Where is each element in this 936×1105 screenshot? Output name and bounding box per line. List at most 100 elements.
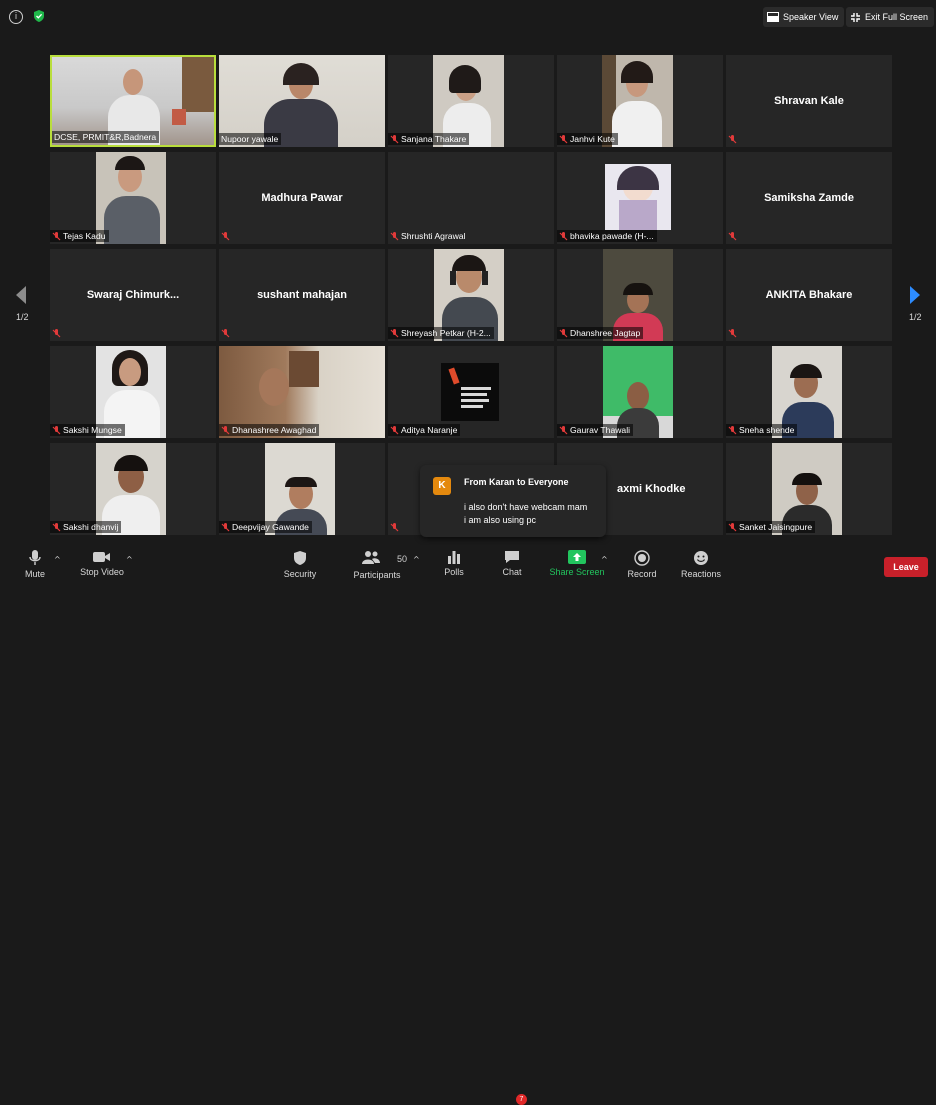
info-icon[interactable]: i	[9, 10, 23, 24]
participant-tile[interactable]: Dhanshree Jagtap	[557, 249, 723, 341]
top-bar: i Speaker View Exit Full Screen	[0, 0, 936, 34]
muted-mic-icon	[390, 328, 399, 337]
sender-avatar: K	[433, 477, 451, 495]
chat-button[interactable]: Chat	[482, 550, 542, 577]
polls-button[interactable]: Polls	[424, 550, 484, 577]
participants-count: 50	[396, 553, 407, 564]
muted-mic-icon	[728, 232, 737, 241]
smiley-icon	[694, 551, 708, 565]
muted-mic-icon	[559, 134, 568, 143]
participant-name-large: axmi Khodke	[617, 483, 686, 495]
participant-tile[interactable]: Sanjana Thakare	[388, 55, 554, 147]
record-button[interactable]: Record	[612, 550, 672, 579]
chat-sender-line: From Karan to Everyone	[464, 477, 569, 487]
participant-name: Aditya Naranje	[388, 424, 461, 436]
chat-notification-popup[interactable]: K From Karan to Everyone i also don't ha…	[420, 465, 606, 537]
share-screen-button[interactable]: Share Screen	[547, 550, 607, 577]
participant-tile[interactable]: Janhvi Kute	[557, 55, 723, 147]
participant-tile[interactable]: Shreyash Petkar (H-2...	[388, 249, 554, 341]
previous-page-arrow-icon[interactable]	[14, 285, 28, 305]
participant-tile[interactable]: ANKITA Bhakare	[726, 249, 892, 341]
participant-name: bhavika pawade (H-...	[557, 230, 657, 242]
leave-button[interactable]: Leave	[884, 557, 928, 577]
participant-tile[interactable]: Aditya Naranje	[388, 346, 554, 438]
muted-mic-icon	[728, 425, 737, 434]
share-options-caret-icon[interactable]: ^	[601, 555, 608, 564]
muted-mic-icon	[559, 328, 568, 337]
reactions-button[interactable]: Reactions	[671, 550, 731, 579]
security-button[interactable]: Security	[270, 550, 330, 579]
participant-name-large: Shravan Kale	[774, 95, 844, 107]
video-feed	[605, 164, 671, 230]
participant-tile[interactable]: DCSE, PRMIT&R,Badnera	[50, 55, 216, 147]
participants-icon	[361, 551, 380, 564]
page-indicator-right: 1/2	[909, 312, 922, 322]
participant-name: Deepvijay Gawande	[219, 521, 312, 533]
participant-name: Sanjana Thakare	[388, 133, 470, 145]
participant-name-large: sushant mahajan	[257, 289, 347, 301]
muted-mic-icon	[52, 522, 61, 531]
muted-mic-icon	[221, 522, 230, 531]
participant-tile[interactable]: Sakshi Mungse	[50, 346, 216, 438]
speaker-view-button[interactable]: Speaker View	[763, 7, 845, 27]
participant-tile[interactable]: sushant mahajan	[219, 249, 385, 341]
participant-tile[interactable]: bhavika pawade (H-...	[557, 152, 723, 244]
mute-options-caret-icon[interactable]: ^	[54, 555, 61, 564]
participants-options-caret-icon[interactable]: ^	[413, 555, 420, 564]
participant-name: Sneha shende	[726, 424, 798, 436]
participant-name	[388, 522, 402, 533]
participant-name: DCSE, PRMIT&R,Badnera	[52, 131, 160, 143]
meeting-toolbar: Mute ^ Stop Video ^ Security 50 Particip…	[0, 545, 936, 1105]
muted-mic-icon	[728, 522, 737, 531]
participant-name: Sakshi dhanvij	[50, 521, 122, 533]
participant-name	[219, 231, 233, 242]
participant-tile[interactable]: Madhura Pawar	[219, 152, 385, 244]
stop-video-button[interactable]: Stop Video	[72, 550, 132, 577]
participant-tile[interactable]: Gaurav Thawali	[557, 346, 723, 438]
page-indicator-left: 1/2	[16, 312, 29, 322]
exit-full-screen-label: Exit Full Screen	[865, 12, 929, 22]
participant-name-large: ANKITA Bhakare	[765, 289, 853, 301]
participants-button[interactable]: 50 Participants	[347, 550, 407, 580]
participant-tile[interactable]: Shrushti Agrawal	[388, 152, 554, 244]
exit-full-screen-button[interactable]: Exit Full Screen	[846, 7, 935, 27]
muted-mic-icon	[221, 329, 230, 338]
participant-name: Nupoor yawale	[219, 133, 282, 145]
participant-tile[interactable]: Tejas Kadu	[50, 152, 216, 244]
participant-tile[interactable]: Sanket Jaisingpure	[726, 443, 892, 535]
muted-mic-icon	[221, 425, 230, 434]
speaker-view-icon	[767, 12, 779, 22]
record-icon	[634, 550, 650, 566]
participant-tile[interactable]: Swaraj Chimurk...	[50, 249, 216, 341]
muted-mic-icon	[52, 231, 61, 240]
shield-icon[interactable]	[32, 9, 46, 23]
participant-tile[interactable]: Samiksha Zamde	[726, 152, 892, 244]
participant-name: Janhvi Kute	[557, 133, 618, 145]
microphone-icon	[29, 550, 41, 565]
participant-name	[50, 328, 64, 339]
participant-name: Gaurav Thawali	[557, 424, 634, 436]
exit-full-screen-icon	[851, 12, 860, 22]
participant-tile[interactable]: Deepvijay Gawande	[219, 443, 385, 535]
video-camera-icon	[93, 552, 110, 562]
video-feed	[441, 363, 499, 421]
participant-tile[interactable]: Sneha shende	[726, 346, 892, 438]
participant-name	[726, 328, 740, 339]
participant-name	[219, 328, 233, 339]
participant-name: Dhanshree Jagtap	[557, 327, 644, 339]
participant-name: Sanket Jaisingpure	[726, 521, 816, 533]
speaker-view-label: Speaker View	[783, 12, 839, 22]
muted-mic-icon	[221, 232, 230, 241]
participant-tile[interactable]: Nupoor yawale	[219, 55, 385, 147]
next-page-arrow-icon[interactable]	[908, 285, 922, 305]
participant-tile[interactable]: Sakshi dhanvij	[50, 443, 216, 535]
participant-tile[interactable]: Dhanashree Awaghad	[219, 346, 385, 438]
chat-message-line: i also don't have webcam mam	[464, 502, 588, 512]
video-options-caret-icon[interactable]: ^	[126, 555, 133, 564]
security-shield-icon	[294, 551, 306, 565]
participant-name	[726, 134, 740, 145]
participant-tile[interactable]: Shravan Kale	[726, 55, 892, 147]
muted-mic-icon	[52, 425, 61, 434]
muted-mic-icon	[559, 231, 568, 240]
muted-mic-icon	[728, 329, 737, 338]
